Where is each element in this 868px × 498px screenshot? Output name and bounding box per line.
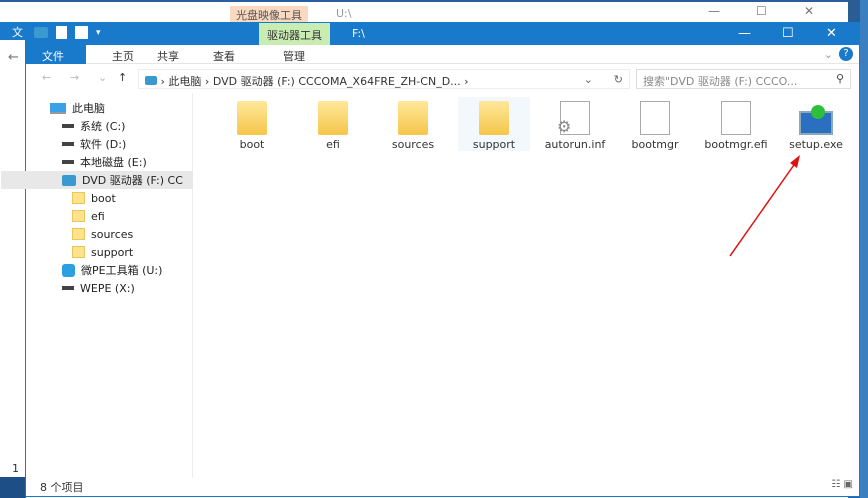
- arrow-head: [790, 155, 800, 168]
- red-annotation-arrow: [729, 155, 800, 257]
- arrow-line: [729, 161, 797, 257]
